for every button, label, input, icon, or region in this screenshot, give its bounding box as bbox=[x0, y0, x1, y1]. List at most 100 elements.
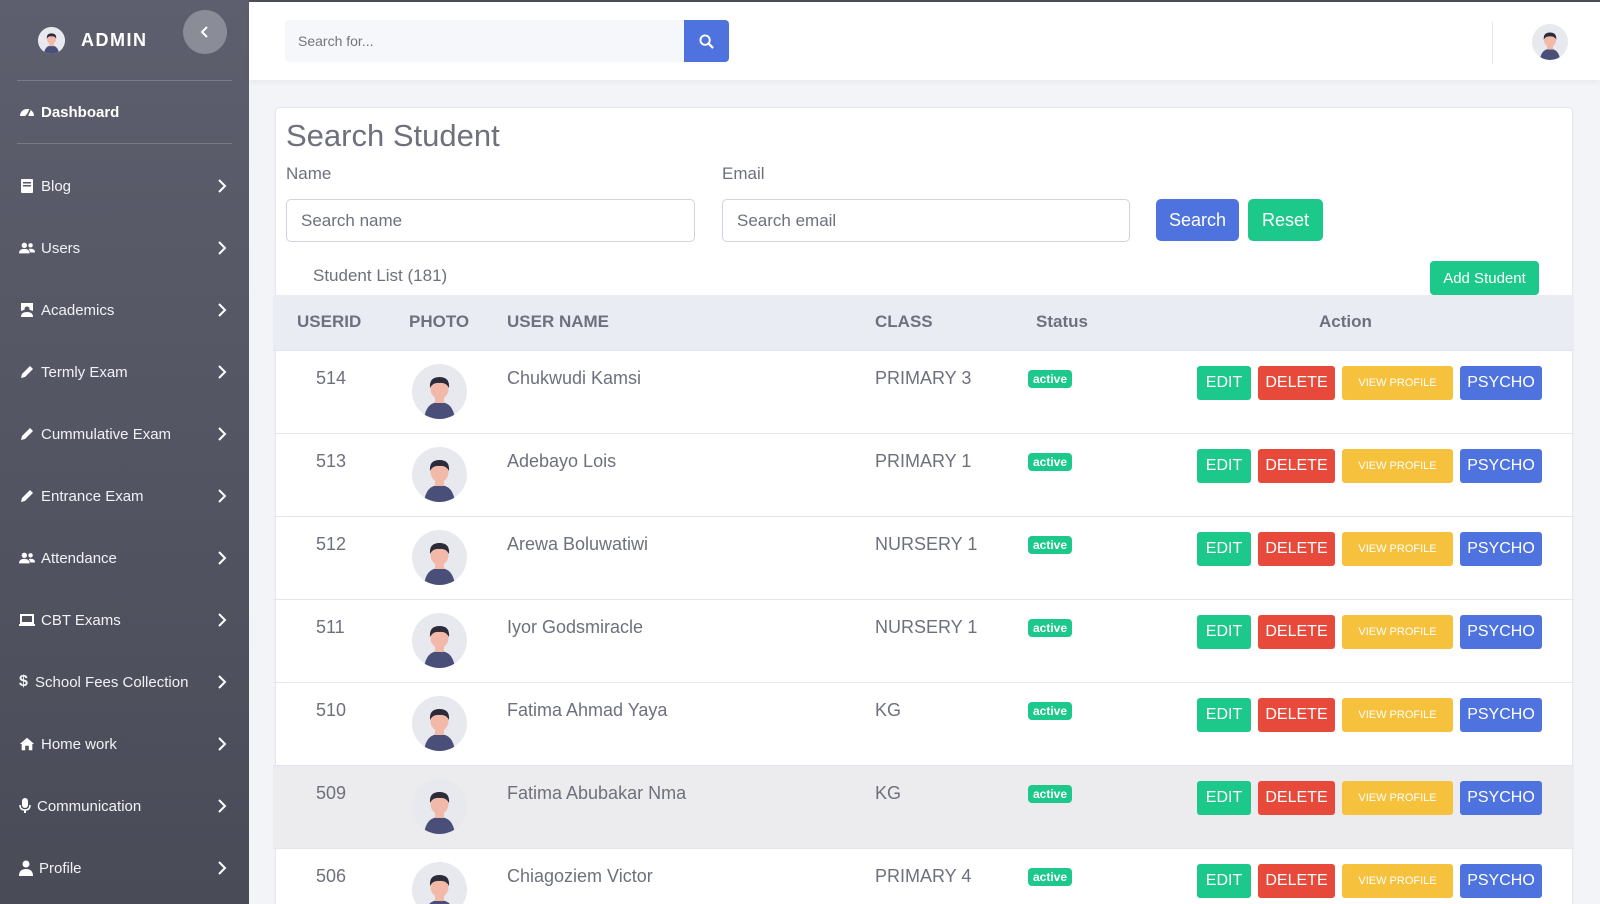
column-header-user-name[interactable]: USER NAME bbox=[507, 312, 609, 332]
edit-button[interactable]: EDIT bbox=[1197, 781, 1251, 815]
sidebar-item-home-work[interactable]: Home work bbox=[0, 713, 249, 775]
topbar-search-button[interactable] bbox=[684, 20, 729, 62]
cell-user-name: Arewa Boluwatiwi bbox=[507, 534, 649, 554]
cell-userid: 511 bbox=[316, 617, 345, 637]
pencil-icon bbox=[21, 428, 33, 440]
user-avatar[interactable] bbox=[1532, 24, 1568, 60]
sidebar-item-label: Blog bbox=[41, 177, 72, 195]
table-row: 511 Iyor Godsmiracle NURSERY 1 active ED… bbox=[273, 600, 1574, 683]
topbar-search bbox=[285, 20, 729, 62]
psycho-button[interactable]: PSYCHO bbox=[1460, 366, 1542, 400]
name-label: Name bbox=[286, 164, 332, 183]
edit-button[interactable]: EDIT bbox=[1197, 864, 1251, 898]
table-row: 512 Arewa Boluwatiwi NURSERY 1 active ED… bbox=[273, 517, 1574, 600]
sidebar-item-cbt-exams[interactable]: CBT Exams bbox=[0, 589, 249, 651]
sidebar: ADMIN Dashboard Blog Users Academics Ter… bbox=[0, 0, 249, 904]
sidebar-item-label: Users bbox=[41, 239, 81, 257]
column-header-class[interactable]: CLASS bbox=[875, 312, 933, 332]
chevron-right-icon bbox=[218, 303, 227, 317]
chevron-right-icon bbox=[218, 675, 227, 689]
cell-class: PRIMARY 4 bbox=[875, 866, 972, 886]
chevron-right-icon bbox=[218, 427, 227, 441]
delete-button[interactable]: DELETE bbox=[1258, 864, 1335, 898]
column-header-status[interactable]: Status bbox=[1036, 312, 1088, 332]
sidebar-item-label: Entrance Exam bbox=[41, 487, 144, 505]
cell-userid: 510 bbox=[316, 700, 347, 720]
sidebar-item-attendance[interactable]: Attendance bbox=[0, 527, 249, 589]
pencil-icon bbox=[21, 366, 33, 378]
cell-user-name: Chiagoziem Victor bbox=[507, 866, 653, 886]
view-profile-button[interactable]: VIEW PROFILE bbox=[1342, 532, 1453, 566]
delete-button[interactable]: DELETE bbox=[1258, 615, 1335, 649]
users-icon bbox=[19, 242, 35, 254]
sidebar-item-academics[interactable]: Academics bbox=[0, 279, 249, 341]
sidebar-item-communication[interactable]: Communication bbox=[0, 775, 249, 837]
view-profile-button[interactable]: VIEW PROFILE bbox=[1342, 781, 1453, 815]
view-profile-button[interactable]: VIEW PROFILE bbox=[1342, 698, 1453, 732]
cell-user-name: Iyor Godsmiracle bbox=[507, 617, 644, 637]
sidebar-item-profile[interactable]: Profile bbox=[0, 837, 249, 899]
search-icon bbox=[699, 33, 714, 49]
view-profile-button[interactable]: VIEW PROFILE bbox=[1342, 615, 1453, 649]
chevron-right-icon bbox=[218, 179, 227, 193]
column-header-photo[interactable]: PHOTO bbox=[409, 312, 469, 332]
edit-button[interactable]: EDIT bbox=[1197, 449, 1251, 483]
student-photo bbox=[412, 364, 467, 419]
add-student-button[interactable]: Add Student bbox=[1430, 261, 1539, 295]
edit-button[interactable]: EDIT bbox=[1197, 698, 1251, 732]
psycho-button[interactable]: PSYCHO bbox=[1460, 698, 1542, 732]
sidebar-item-termly-exam[interactable]: Termly Exam bbox=[0, 341, 249, 403]
table-row: 514 Chukwudi Kamsi PRIMARY 3 active EDIT… bbox=[273, 351, 1574, 434]
sidebar-item-school-fees[interactable]: $ School Fees Collection bbox=[0, 651, 249, 713]
column-header-userid[interactable]: USERID bbox=[297, 312, 361, 332]
brand-title: ADMIN bbox=[81, 29, 148, 50]
gauge-icon bbox=[20, 109, 34, 118]
edit-button[interactable]: EDIT bbox=[1197, 532, 1251, 566]
laptop-icon bbox=[19, 614, 35, 626]
table-row: 509 Fatima Abubakar Nma KG active EDIT D… bbox=[273, 766, 1574, 849]
sidebar-item-blog[interactable]: Blog bbox=[0, 155, 249, 217]
sidebar-item-entrance-exam[interactable]: Entrance Exam bbox=[0, 465, 249, 527]
edit-button[interactable]: EDIT bbox=[1197, 366, 1251, 400]
student-list-count: Student List (181) bbox=[313, 266, 448, 285]
edit-button[interactable]: EDIT bbox=[1197, 615, 1251, 649]
status-badge: active bbox=[1028, 619, 1073, 637]
status-badge: active bbox=[1028, 785, 1073, 803]
delete-button[interactable]: DELETE bbox=[1258, 781, 1335, 815]
cell-userid: 513 bbox=[316, 451, 347, 471]
topbar-search-input[interactable] bbox=[285, 20, 684, 62]
delete-button[interactable]: DELETE bbox=[1258, 366, 1335, 400]
page-title: Search Student bbox=[286, 118, 500, 153]
sidebar-item-dashboard[interactable]: Dashboard bbox=[0, 81, 249, 143]
email-search-input[interactable] bbox=[722, 199, 1130, 242]
reset-button[interactable]: Reset bbox=[1248, 199, 1323, 241]
psycho-button[interactable]: PSYCHO bbox=[1460, 532, 1542, 566]
table-row: 513 Adebayo Lois PRIMARY 1 active EDIT D… bbox=[273, 434, 1574, 517]
psycho-button[interactable]: PSYCHO bbox=[1460, 781, 1542, 815]
delete-button[interactable]: DELETE bbox=[1258, 449, 1335, 483]
search-button[interactable]: Search bbox=[1156, 199, 1239, 241]
pencil-icon bbox=[21, 490, 33, 502]
cell-class: KG bbox=[875, 700, 902, 720]
status-badge: active bbox=[1028, 453, 1073, 471]
psycho-button[interactable]: PSYCHO bbox=[1460, 449, 1542, 483]
psycho-button[interactable]: PSYCHO bbox=[1460, 864, 1542, 898]
status-badge: active bbox=[1028, 868, 1073, 886]
student-photo bbox=[412, 530, 467, 585]
chevron-right-icon bbox=[218, 861, 227, 875]
delete-button[interactable]: DELETE bbox=[1258, 532, 1335, 566]
cell-class: PRIMARY 1 bbox=[875, 451, 972, 471]
brand-avatar-icon bbox=[38, 26, 65, 54]
view-profile-button[interactable]: VIEW PROFILE bbox=[1342, 449, 1453, 483]
sidebar-item-cummulative-exam[interactable]: Cummulative Exam bbox=[0, 403, 249, 465]
view-profile-button[interactable]: VIEW PROFILE bbox=[1342, 864, 1453, 898]
psycho-button[interactable]: PSYCHO bbox=[1460, 615, 1542, 649]
brand[interactable]: ADMIN bbox=[0, 0, 249, 80]
delete-button[interactable]: DELETE bbox=[1258, 698, 1335, 732]
chevron-right-icon bbox=[218, 613, 227, 627]
view-profile-button[interactable]: VIEW PROFILE bbox=[1342, 366, 1453, 400]
sidebar-item-users[interactable]: Users bbox=[0, 217, 249, 279]
search-student-card: Search Student Name Email Search Reset S… bbox=[273, 107, 1574, 904]
sidebar-toggle-button[interactable] bbox=[183, 10, 227, 54]
name-search-input[interactable] bbox=[286, 199, 695, 242]
